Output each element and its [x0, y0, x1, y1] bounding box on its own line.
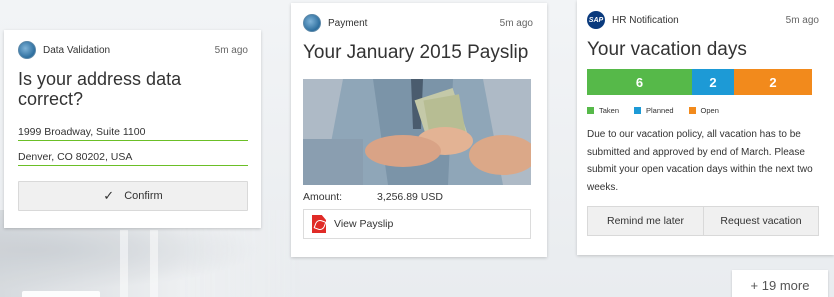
- street-field[interactable]: 1999 Broadway, Suite 1100: [18, 116, 248, 141]
- payslip-card: Payment 5m ago Your January 2015 Payslip…: [291, 3, 547, 257]
- checkmark-icon: ✓: [103, 188, 115, 203]
- city-field[interactable]: Denver, CO 80202, USA: [18, 141, 248, 166]
- card-header: Payment 5m ago: [303, 12, 533, 34]
- address-validation-card: Data Validation 5m ago Is your address d…: [4, 30, 261, 228]
- amount-label: Amount:: [303, 191, 343, 203]
- view-payslip-button[interactable]: View Payslip: [303, 209, 531, 239]
- app-name: HR Notification: [612, 14, 679, 26]
- legend-label: Planned: [646, 106, 674, 115]
- amount-value: 3,256.89 USD: [377, 191, 443, 203]
- vacation-bar-taken: 6: [587, 69, 692, 95]
- money-photo: [303, 79, 531, 185]
- background-stripe: [150, 230, 158, 297]
- legend-swatch: [688, 107, 696, 114]
- vacation-message: Due to our vacation policy, all vacation…: [587, 129, 813, 193]
- legend-swatch: [634, 107, 642, 114]
- vacation-bar-open: 2: [734, 69, 812, 95]
- legend-taken: Taken: [587, 106, 619, 115]
- remind-later-button[interactable]: Remind me later: [587, 206, 703, 236]
- action-buttons: Remind me later Request vacation: [587, 206, 819, 236]
- more-notifications-button[interactable]: + 19 more: [732, 270, 828, 297]
- card-title: Your January 2015 Payslip: [303, 42, 529, 63]
- sap-logo-icon: SAP: [587, 11, 605, 29]
- legend-open: Open: [688, 106, 719, 115]
- background-tab: [22, 291, 100, 297]
- timestamp: 5m ago: [785, 14, 819, 26]
- app-name: Payment: [328, 17, 368, 29]
- globe-icon: [18, 41, 36, 59]
- card-header: Data Validation 5m ago: [18, 39, 248, 61]
- vacation-legend: Taken Planned Open: [587, 106, 819, 115]
- pdf-icon: [312, 215, 326, 233]
- legend-planned: Planned: [634, 106, 674, 115]
- request-vacation-button[interactable]: Request vacation: [703, 206, 819, 236]
- amount-row: Amount: 3,256.89 USD: [303, 191, 533, 203]
- app-name: Data Validation: [43, 44, 111, 56]
- timestamp: 5m ago: [499, 17, 533, 29]
- confirm-label: Confirm: [124, 190, 163, 202]
- globe-icon: [303, 14, 321, 32]
- legend-swatch: [587, 107, 594, 114]
- background-stripe: [120, 230, 128, 297]
- card-header: SAP HR Notification 5m ago: [587, 9, 819, 31]
- vacation-bar-planned: 2: [692, 69, 734, 95]
- vacation-bar: 6 2 2: [587, 69, 812, 95]
- card-title: Your vacation days: [587, 39, 747, 60]
- card-title: Is your address data correct?: [18, 69, 182, 109]
- legend-label: Open: [700, 106, 719, 115]
- vacation-card: SAP HR Notification 5m ago Your vacation…: [577, 0, 834, 255]
- legend-label: Taken: [599, 106, 620, 115]
- confirm-button[interactable]: ✓ Confirm: [18, 181, 248, 211]
- timestamp: 5m ago: [214, 44, 248, 56]
- view-payslip-label: View Payslip: [334, 218, 394, 230]
